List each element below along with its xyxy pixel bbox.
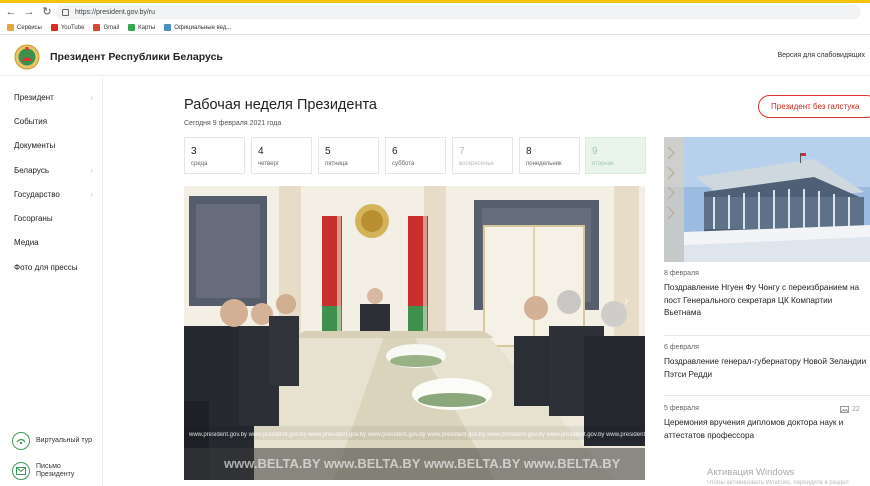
sidebar-item-press-photos[interactable]: Фото для прессы [14,263,98,272]
sidebar-item-belarus[interactable]: Беларусь › [14,166,98,175]
apps-icon [7,24,14,31]
day-weekday: среда [191,161,208,167]
main-photo[interactable]: www.president.gov.by www.president.gov.b… [184,186,645,480]
day-tile[interactable]: 8 понедельник [519,137,580,174]
tour-icon [12,432,30,450]
svg-text:www.BELTA.BY www.BELTA.BY: www.BELTA.BY www.BELTA.BY www.BELTA.BY w… [223,456,621,471]
bookmark-youtube[interactable]: YouTube [50,24,85,31]
chevron-right-icon: › [90,190,93,199]
sidebar-item-label: Госорганы [14,214,53,223]
divider [664,335,870,336]
url-field[interactable]: https://president.gov.by/ru [56,5,861,19]
sidebar-item-label: Медиа [14,238,39,247]
page-date: Сегодня 9 февраля 2021 года [184,120,282,127]
bookmark-label: Сервисы [17,24,42,31]
sidebar: Президент › События Документы Беларусь › Г… [2,78,103,486]
site-title[interactable]: Президент Республики Беларусь [50,51,223,63]
bookmark-label: Официальные вед... [174,24,232,31]
day-number: 7 [459,146,465,157]
news-title[interactable]: Поздравление генерал-губернатору Новой З… [664,356,870,381]
day-weekday: понедельник [526,161,562,167]
virtual-tour-label: Виртуальный тур [36,437,92,444]
bookmark-maps[interactable]: Карты [128,24,155,31]
impaired-version-link[interactable]: Версия для слабовидящих [777,52,865,59]
sidebar-item-label: События [14,117,48,126]
day-number: 3 [191,146,197,157]
bookmark-gmail[interactable]: Gmail [93,24,119,31]
sidebar-item-media[interactable]: Медиа [14,238,98,247]
maps-icon [128,24,136,31]
day-number: 4 [258,146,264,157]
day-number: 5 [325,146,331,157]
palace-image [664,137,870,262]
day-tile[interactable]: 4 четверг [251,137,312,174]
youtube-icon [50,24,58,31]
chevron-right-icon[interactable]: › [624,292,629,308]
windows-activation-text: Активация Windows [707,467,795,478]
sidebar-item-state[interactable]: Государство › [14,190,98,199]
sidebar-item-label: Фото для прессы [14,263,78,272]
sidebar-item-label: Президент [14,93,54,102]
reload-icon[interactable]: ↻ [40,5,54,19]
sidebar-item-documents[interactable]: Документы [14,141,98,150]
photo-gallery-icon [840,406,849,413]
news-title[interactable]: Поздравление Нгуен Фу Чонгу с переизбран… [664,282,870,320]
day-weekday: воскресенье [459,161,494,167]
divider [664,395,870,396]
day-number: 8 [526,146,532,157]
sidebar-item-gov-bodies[interactable]: Госорганы [14,214,98,223]
day-weekday: четверг [258,161,279,167]
news-title[interactable]: Церемония вручения дипломов доктора наук… [664,417,870,442]
url-text: https://president.gov.by/ru [75,8,156,16]
svg-text:www.president.gov.by www.: www.president.gov.by www.president.gov.b… [188,432,645,438]
president-without-tie-button[interactable]: Президент без галстука [758,95,870,118]
day-tile[interactable]: 9 вторник [585,137,646,174]
day-tile[interactable]: 3 среда [184,137,245,174]
day-tile[interactable]: 7 воскресенье [452,137,513,174]
browser-address-bar: ← → ↻ https://president.gov.by/ru [0,3,870,21]
gmail-icon [93,24,101,31]
bookmark-label: Gmail [103,24,120,31]
lock-icon [62,8,69,16]
photo-count: 22 [840,406,860,413]
bookmark-official[interactable]: Официальные вед... [164,24,231,31]
globe-icon [164,24,172,31]
sidebar-item-label: Беларусь [14,166,49,175]
news-date: 6 февраля [664,344,699,351]
back-icon[interactable]: ← [4,5,18,19]
bookmark-label: YouTube [60,24,85,31]
chevron-right-icon: › [90,166,93,175]
virtual-tour-link[interactable]: Виртуальный тур [12,432,96,450]
day-weekday: суббота [392,161,415,167]
bookmark-label: Карты [138,24,156,31]
letter-link[interactable]: Письмо Президенту [12,462,96,480]
forward-icon[interactable]: → [22,5,36,19]
envelope-icon [12,462,30,480]
bookmarks-bar: Сервисы YouTube Gmail Карты Официальные … [0,21,870,35]
letter-label: Письмо Президенту [36,463,75,478]
meeting-photo-image: www.president.gov.by www.president.gov.b… [184,186,645,480]
photo-count-value: 22 [852,406,860,413]
day-weekday: вторник [592,161,614,167]
state-emblem-icon[interactable] [14,44,40,70]
windows-activation-subtext: Чтобы активировать Windows, перейдите в … [707,480,849,486]
bookmark-services[interactable]: Сервисы [7,24,42,31]
sidebar-item-president[interactable]: Президент › [14,93,98,102]
chevron-right-icon: › [90,93,93,102]
sidebar-item-events[interactable]: События [14,117,98,126]
day-number: 6 [392,146,398,157]
day-number: 9 [592,146,598,157]
news-date: 8 февраля [664,270,699,277]
day-weekday: пятница [325,161,348,167]
sidebar-item-label: Документы [14,141,56,150]
news-date: 5 февраля [664,405,699,412]
sidebar-item-label: Государство [14,190,60,199]
day-tile[interactable]: 6 суббота [385,137,446,174]
page-title: Рабочая неделя Президента [184,97,377,113]
day-tile[interactable]: 5 пятница [318,137,379,174]
news-image[interactable] [664,137,870,262]
